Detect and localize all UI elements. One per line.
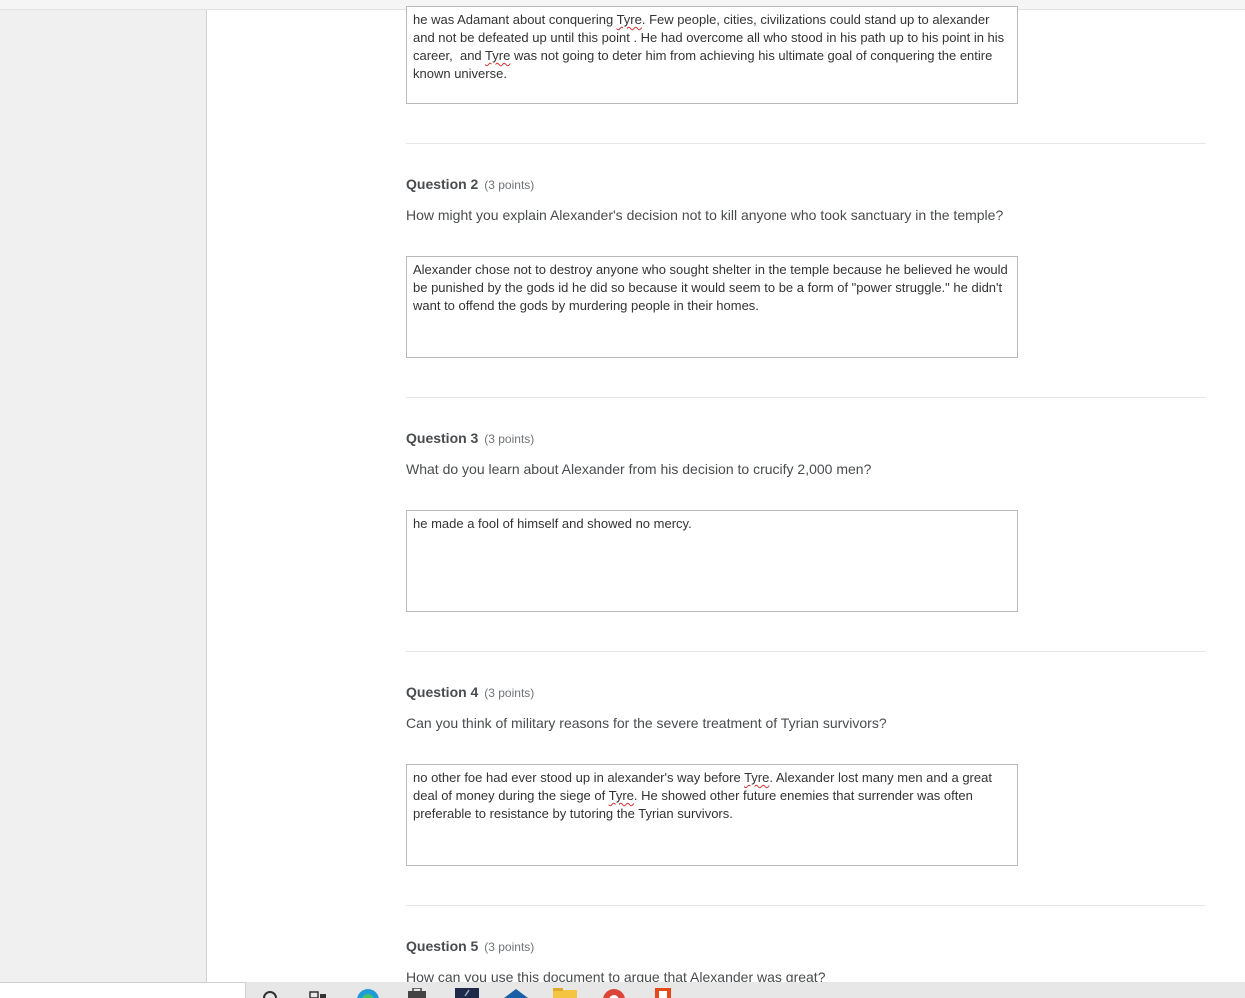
question-2-text: How might you explain Alexander's decisi… — [406, 207, 1004, 223]
question-divider — [406, 397, 1206, 398]
question-5-header: Question 5 (3 points) — [406, 938, 534, 954]
question-divider — [406, 143, 1206, 144]
task-view-icon[interactable] — [306, 988, 330, 998]
question-3-text: What do you learn about Alexander from h… — [406, 461, 872, 477]
question-1-answer-box[interactable]: he was Adamant about conquering Tyre. Fe… — [406, 6, 1018, 104]
question-divider — [406, 651, 1206, 652]
q4-answer-text: no other foe had ever stood up in alexan… — [413, 770, 996, 821]
q2-answer-text: Alexander chose not to destroy anyone wh… — [413, 262, 1012, 313]
question-2-points: (3 points) — [484, 178, 535, 192]
question-5-points: (3 points) — [484, 940, 535, 954]
spellcheck-word: Tyre — [485, 48, 511, 63]
question-4-label: Question 4 — [406, 684, 479, 700]
question-4-points: (3 points) — [484, 686, 535, 700]
question-2-header: Question 2 (3 points) — [406, 176, 534, 192]
left-side-panel — [0, 10, 207, 982]
question-3-answer-box[interactable]: he made a fool of himself and showed no … — [406, 510, 1018, 612]
edge-icon[interactable] — [356, 988, 380, 998]
office-icon[interactable] — [651, 988, 675, 998]
spellcheck-word: Tyre — [744, 770, 770, 785]
mail-icon[interactable] — [504, 988, 528, 998]
question-2-answer-box[interactable]: Alexander chose not to destroy anyone wh… — [406, 256, 1018, 358]
question-4-text: Can you think of military reasons for th… — [406, 715, 887, 731]
question-2-label: Question 2 — [406, 176, 479, 192]
spellcheck-word: Tyre — [608, 788, 634, 803]
q3-answer-text: he made a fool of himself and showed no … — [413, 516, 692, 531]
store-icon[interactable] — [405, 988, 429, 998]
question-4-answer-box[interactable]: no other foe had ever stood up in alexan… — [406, 764, 1018, 866]
question-3-header: Question 3 (3 points) — [406, 430, 534, 446]
q1-answer-text: he was Adamant about conquering Tyre. Fe… — [413, 12, 1008, 81]
spellcheck-word: Tyre — [616, 12, 642, 27]
question-3-label: Question 3 — [406, 430, 479, 446]
file-explorer-icon[interactable] — [553, 988, 577, 998]
taskbar-search-box[interactable] — [0, 982, 246, 998]
app-icon[interactable] — [455, 988, 479, 998]
question-4-header: Question 4 (3 points) — [406, 684, 534, 700]
search-icon[interactable] — [258, 988, 282, 998]
question-3-points: (3 points) — [484, 432, 535, 446]
question-5-label: Question 5 — [406, 938, 479, 954]
chrome-icon[interactable] — [602, 988, 626, 998]
question-divider — [406, 905, 1206, 906]
